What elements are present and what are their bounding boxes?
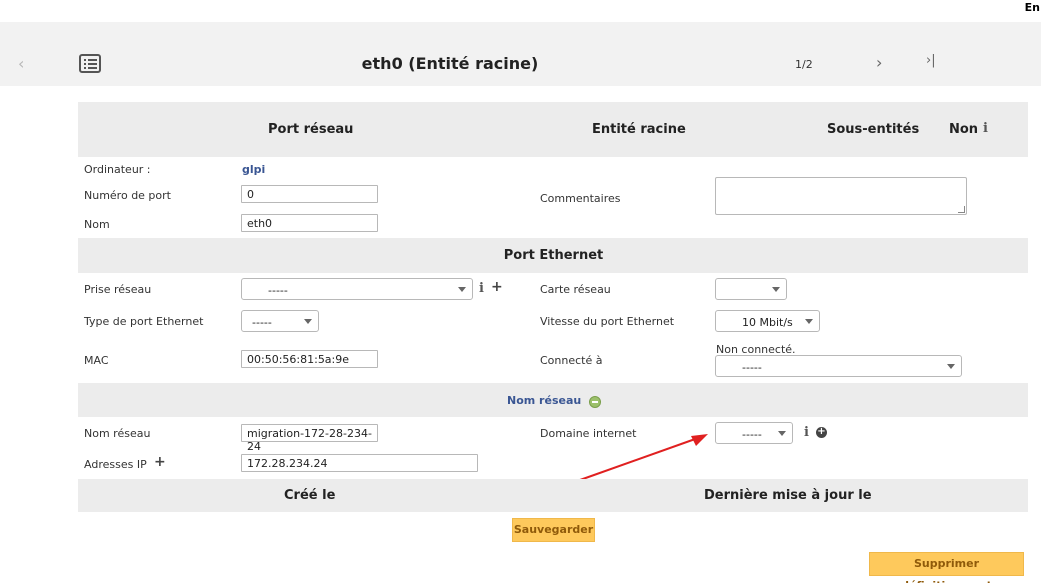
- entity-heading: Entité racine: [592, 122, 686, 137]
- info-icon[interactable]: i: [804, 425, 809, 440]
- annotation-arrow: [579, 434, 708, 481]
- internet-domain-select[interactable]: -----: [715, 422, 793, 444]
- network-name-section-title: Nom réseau: [507, 394, 582, 407]
- chevron-right-icon[interactable]: ›: [876, 53, 882, 72]
- ip-address-input[interactable]: 172.28.234.24: [241, 454, 478, 472]
- connected-to-label: Connecté à: [540, 354, 603, 367]
- socket-select[interactable]: -----: [241, 278, 473, 300]
- socket-label: Prise réseau: [84, 283, 152, 296]
- add-icon[interactable]: +: [491, 279, 503, 295]
- comments-label: Commentaires: [540, 192, 621, 205]
- mac-input[interactable]: 00:50:56:81:5a:9e: [241, 350, 378, 368]
- page-title: eth0 (Entité racine): [361, 54, 539, 73]
- save-button[interactable]: Sauvegarder: [512, 518, 595, 542]
- ethernet-section-title: Port Ethernet: [503, 248, 604, 263]
- mac-label: MAC: [84, 354, 109, 367]
- connected-to-select[interactable]: -----: [715, 355, 962, 377]
- computer-label: Ordinateur :: [84, 163, 151, 176]
- language-selector[interactable]: En: [1025, 1, 1040, 14]
- ethernet-speed-label: Vitesse du port Ethernet: [540, 315, 675, 328]
- port-number-label: Numéro de port: [84, 189, 171, 202]
- skip-last-icon[interactable]: ›|: [926, 53, 936, 68]
- sub-entities-value: Non: [949, 122, 979, 137]
- sub-entities-heading: Sous-entités: [827, 122, 920, 137]
- network-name-input[interactable]: migration-172-28-234-24: [241, 424, 378, 453]
- port-number-input[interactable]: 0: [241, 185, 378, 203]
- item-type-heading: Port réseau: [268, 122, 354, 137]
- delete-permanently-button[interactable]: Supprimer définitivement: [869, 552, 1024, 583]
- add-circle-icon[interactable]: +: [816, 427, 827, 438]
- network-card-label: Carte réseau: [540, 283, 611, 296]
- network-name-label: Nom réseau: [84, 427, 151, 440]
- comments-textarea[interactable]: [715, 177, 967, 215]
- name-label: Nom: [84, 218, 110, 231]
- resize-handle-icon[interactable]: [958, 206, 965, 213]
- info-icon[interactable]: i: [983, 121, 988, 136]
- info-icon[interactable]: i: [479, 281, 484, 296]
- ip-addresses-label: Adresses IP: [84, 458, 147, 471]
- computer-link[interactable]: glpi: [242, 163, 265, 176]
- ethernet-type-select[interactable]: -----: [241, 310, 319, 332]
- dates-header: [78, 479, 1028, 512]
- last-updated-heading: Dernière mise à jour le: [704, 488, 872, 503]
- network-card-select[interactable]: [715, 278, 787, 300]
- ethernet-type-label: Type de port Ethernet: [84, 315, 204, 328]
- remove-icon[interactable]: [589, 396, 601, 408]
- ethernet-speed-select[interactable]: 10 Mbit/s: [715, 310, 820, 332]
- pager-indicator: 1/2: [795, 58, 813, 71]
- name-input[interactable]: eth0: [241, 214, 378, 232]
- created-heading: Créé le: [284, 488, 336, 503]
- add-ip-icon[interactable]: +: [154, 454, 166, 470]
